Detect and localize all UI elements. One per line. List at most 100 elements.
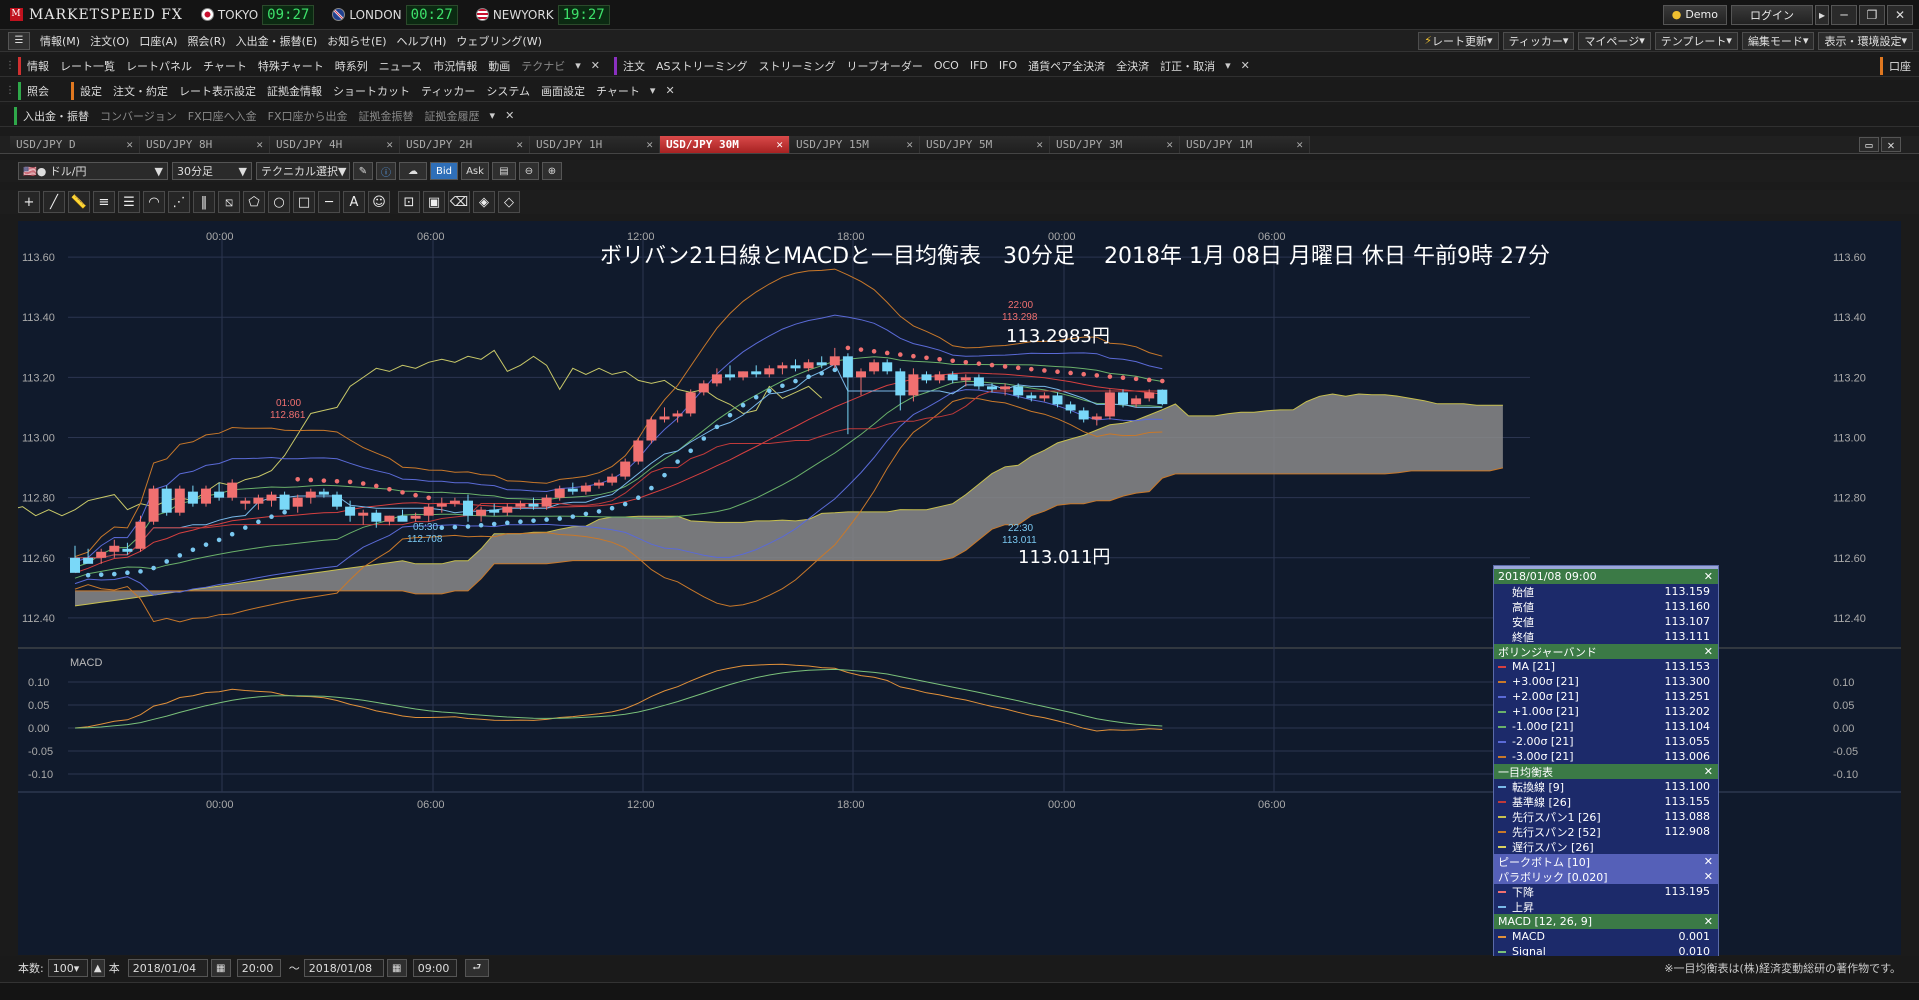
- fibonacci-arc-icon[interactable]: ◠: [143, 191, 165, 213]
- tb-rate-display[interactable]: レート表示設定: [179, 83, 256, 99]
- calendar-icon[interactable]: ▦: [386, 959, 407, 977]
- dropdown-arrow-icon[interactable]: ▾: [650, 84, 656, 97]
- menu-deposit[interactable]: 入出金・振替(E): [236, 33, 318, 49]
- count-up-icon[interactable]: ▲: [90, 959, 105, 977]
- close-icon[interactable]: ✕: [665, 84, 674, 97]
- menu-help[interactable]: ヘルプ(H): [397, 33, 447, 49]
- text-icon[interactable]: A: [343, 191, 365, 213]
- close-icon[interactable]: ✕: [646, 138, 653, 151]
- count-select[interactable]: 100 ▾: [47, 959, 88, 977]
- close-panel-icon[interactable]: ✕: [1881, 137, 1901, 152]
- bid-button[interactable]: Bid: [430, 162, 458, 180]
- tb-rate-panel[interactable]: レートパネル: [126, 58, 192, 74]
- close-button[interactable]: ✕: [1887, 4, 1913, 25]
- tb-conversion[interactable]: コンバージョン: [100, 108, 177, 124]
- tab-usdjpy-d[interactable]: USD/JPY D ✕: [10, 136, 140, 153]
- close-icon[interactable]: ✕: [1704, 645, 1713, 658]
- menu-order[interactable]: 注文(O): [90, 33, 129, 49]
- dropdown-arrow-icon[interactable]: ▾: [575, 59, 581, 72]
- fan-lines-icon[interactable]: ⋰: [168, 191, 190, 213]
- tb-special-chart[interactable]: 特殊チャート: [258, 58, 324, 74]
- trendline-icon[interactable]: ╱: [43, 191, 65, 213]
- from-time-input[interactable]: 20:00: [236, 959, 281, 977]
- close-icon[interactable]: ✕: [1704, 855, 1713, 868]
- tab-usdjpy-4h[interactable]: USD/JPY 4H ✕: [270, 136, 400, 153]
- menu-info[interactable]: 情報(M): [40, 33, 80, 49]
- close-icon[interactable]: ✕: [1704, 915, 1713, 928]
- tb-pair-close[interactable]: 通貨ペア全決済: [1028, 58, 1105, 74]
- zoom-out-icon[interactable]: ⊖: [519, 162, 539, 180]
- login-button[interactable]: ログイン: [1731, 4, 1813, 25]
- close-icon[interactable]: ✕: [1704, 870, 1713, 883]
- close-icon[interactable]: ✕: [591, 59, 600, 72]
- pen-icon[interactable]: ✎: [353, 162, 373, 180]
- tab-usdjpy-3m[interactable]: USD/JPY 3M ✕: [1050, 136, 1180, 153]
- horizontal-lines-icon[interactable]: ☰: [118, 191, 140, 213]
- restore-button[interactable]: ❐: [1859, 4, 1885, 25]
- tb-close-all[interactable]: 全決済: [1116, 58, 1149, 74]
- info-icon[interactable]: ⓘ: [376, 162, 396, 180]
- tb-news[interactable]: ニュース: [379, 58, 422, 74]
- reload-icon[interactable]: ⮐: [464, 959, 489, 977]
- tb-rate-list[interactable]: レート一覧: [60, 58, 115, 74]
- maximize-panel-icon[interactable]: ▭: [1859, 137, 1879, 152]
- account-group-label[interactable]: 口座: [1880, 56, 1911, 75]
- tb-margin-info[interactable]: 証拠金情報: [267, 83, 322, 99]
- tb-as-streaming[interactable]: ASストリーミング: [656, 58, 748, 74]
- timeframe-select[interactable]: 30分足 ▼: [172, 162, 252, 180]
- close-icon[interactable]: ✕: [126, 138, 133, 151]
- tab-usdjpy-1h[interactable]: USD/JPY 1H ✕: [530, 136, 660, 153]
- tab-usdjpy-2h[interactable]: USD/JPY 2H ✕: [400, 136, 530, 153]
- circle-icon[interactable]: ○: [268, 191, 290, 213]
- menu-inquiry[interactable]: 照会(R): [187, 33, 225, 49]
- lock-icon[interactable]: ⊡: [398, 191, 420, 213]
- menu-account[interactable]: 口座(A): [139, 33, 177, 49]
- menu-list-icon[interactable]: ☰: [8, 31, 30, 50]
- tb-ifo[interactable]: IFO: [999, 59, 1017, 72]
- ask-button[interactable]: Ask: [461, 162, 489, 180]
- horizontal-line-icon[interactable]: ─: [318, 191, 340, 213]
- minimize-button[interactable]: ─: [1831, 4, 1857, 25]
- tb-modify-cancel[interactable]: 訂正・取消: [1160, 58, 1215, 74]
- demo-button[interactable]: ● Demo: [1662, 4, 1727, 25]
- close-icon[interactable]: ✕: [1704, 570, 1713, 583]
- tb-margin-transfer[interactable]: 証拠金振替: [359, 108, 414, 124]
- tb-screen-settings[interactable]: 画面設定: [541, 83, 585, 99]
- vertical-lines-icon[interactable]: ‖: [193, 191, 215, 213]
- pair-select[interactable]: 🇺🇸● ドル/円 ▼: [18, 162, 168, 180]
- menu-notice[interactable]: お知らせ(E): [327, 33, 386, 49]
- tb-shortcut[interactable]: ショートカット: [333, 83, 410, 99]
- eraser-icon[interactable]: ◈: [473, 191, 495, 213]
- tab-usdjpy-30m[interactable]: USD/JPY 30M ✕: [660, 136, 790, 153]
- tb-market-info[interactable]: 市況情報: [433, 58, 477, 74]
- tb-oco[interactable]: OCO: [934, 59, 959, 72]
- to-date-input[interactable]: 2018/01/08: [303, 959, 384, 977]
- parallel-lines-icon[interactable]: ≡: [93, 191, 115, 213]
- tb-chart-settings[interactable]: チャート: [596, 83, 640, 99]
- rate-update-button[interactable]: ⚡ レート更新 ▾: [1418, 31, 1499, 50]
- hide-icon[interactable]: ▣: [423, 191, 445, 213]
- tb-ticker[interactable]: ティッカー: [421, 83, 475, 99]
- close-icon[interactable]: ✕: [1166, 138, 1173, 151]
- dropdown-arrow-icon[interactable]: ▾: [490, 109, 496, 122]
- tb-technavi[interactable]: テクナビ: [521, 58, 565, 74]
- expand-arrow-icon[interactable]: ▸: [1815, 4, 1829, 25]
- tab-usdjpy-1m[interactable]: USD/JPY 1M ✕: [1180, 136, 1310, 153]
- close-icon[interactable]: ✕: [906, 138, 913, 151]
- menu-webring[interactable]: ウェブリング(W): [456, 33, 541, 49]
- tb-margin-history[interactable]: 証拠金履歴: [425, 108, 480, 124]
- tb-fx-withdraw[interactable]: FX口座から出金: [268, 108, 348, 124]
- eraser-all-icon[interactable]: ◇: [498, 191, 520, 213]
- close-icon[interactable]: ✕: [256, 138, 263, 151]
- stamp-icon[interactable]: ☺: [368, 191, 390, 213]
- gann-icon[interactable]: ⧅: [218, 191, 240, 213]
- close-icon[interactable]: ✕: [1036, 138, 1043, 151]
- close-icon[interactable]: ✕: [776, 138, 783, 151]
- mypage-button[interactable]: マイページ ▾: [1578, 31, 1651, 50]
- calendar-icon[interactable]: ▦: [210, 959, 231, 977]
- close-icon[interactable]: ✕: [516, 138, 523, 151]
- chart-style-icon[interactable]: ▤: [492, 162, 516, 180]
- technical-select[interactable]: テクニカル選択 ▼: [256, 162, 350, 180]
- tb-streaming[interactable]: ストリーミング: [759, 58, 836, 74]
- close-icon[interactable]: ✕: [1704, 765, 1713, 778]
